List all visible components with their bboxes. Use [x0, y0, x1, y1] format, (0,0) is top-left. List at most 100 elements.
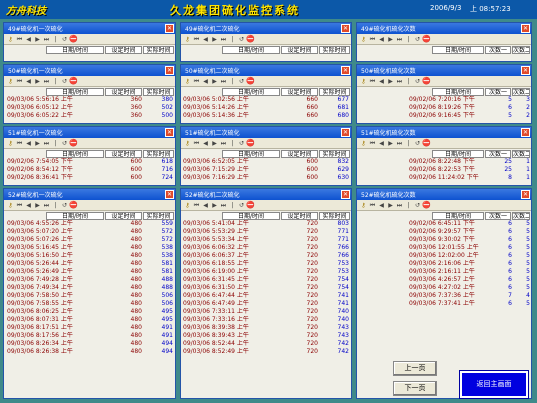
key-icon[interactable]: ⚷ [183, 35, 192, 45]
column-header[interactable]: 日期/时间 [432, 88, 484, 96]
refresh-icon[interactable]: ↺ [413, 77, 422, 87]
play-icon[interactable]: ▶ [210, 35, 219, 45]
next-last-icon[interactable]: ⏭ [42, 35, 51, 45]
prev-first-icon[interactable]: ⏮ [192, 139, 201, 149]
close-icon[interactable]: ✕ [521, 190, 530, 199]
key-icon[interactable]: ⚷ [6, 139, 15, 149]
play-icon[interactable]: ▶ [386, 77, 395, 87]
column-header[interactable]: 设定时间 [281, 150, 318, 158]
table-row[interactable]: 09/03/06 7:49:34 上午 480 488 [4, 284, 175, 292]
table-row[interactable]: 09/02/06 7:20:16 下午 5 3 [357, 96, 531, 104]
table-row[interactable]: 09/03/06 6:52:05 上午 600 832 [181, 158, 351, 166]
prev-first-icon[interactable]: ⏮ [368, 139, 377, 149]
table-row[interactable]: 09/03/06 7:58:55 上午 480 506 [4, 300, 175, 308]
close-icon[interactable]: ✕ [521, 24, 530, 33]
refresh-icon[interactable]: ↺ [60, 35, 69, 45]
play-icon[interactable]: ▶ [210, 201, 219, 211]
close-icon[interactable]: ✕ [341, 24, 350, 33]
close-icon[interactable]: ✕ [521, 66, 530, 75]
table-row[interactable]: 09/03/06 7:37:41 上午 6 5 [357, 300, 531, 308]
table-row[interactable]: 09/03/06 8:39:38 上午 720 743 [181, 324, 351, 332]
return-home-button[interactable]: 返回主画面 [459, 370, 529, 399]
close-icon[interactable]: ✕ [165, 128, 174, 137]
column-header[interactable]: 实际时间 [143, 212, 174, 220]
window-title-bar[interactable]: 52#硫化机二次硫化 ✕ [181, 189, 351, 200]
table-row[interactable]: 09/03/06 9:30:02 下午 6 5 [357, 236, 531, 244]
refresh-icon[interactable]: ↺ [60, 139, 69, 149]
play-icon[interactable]: ▶ [210, 139, 219, 149]
prev-icon[interactable]: ◀ [377, 201, 386, 211]
prev-icon[interactable]: ◀ [24, 201, 33, 211]
prev-icon[interactable]: ◀ [377, 77, 386, 87]
prev-first-icon[interactable]: ⏮ [368, 77, 377, 87]
key-icon[interactable]: ⚷ [6, 77, 15, 87]
table-row[interactable]: 09/03/06 8:52:44 上午 720 742 [181, 340, 351, 348]
play-icon[interactable]: ▶ [33, 201, 42, 211]
column-header[interactable]: 日期/时间 [46, 88, 104, 96]
table-row[interactable]: 09/03/06 7:33:11 上午 720 740 [181, 308, 351, 316]
prev-icon[interactable]: ◀ [24, 35, 33, 45]
prev-icon[interactable]: ◀ [377, 35, 386, 45]
stop-icon[interactable]: ⛔ [246, 138, 255, 148]
refresh-icon[interactable]: ↺ [60, 201, 69, 211]
prev-first-icon[interactable]: ⏮ [192, 77, 201, 87]
window-title-bar[interactable]: 49#硫化机硫化次数 ✕ [357, 23, 531, 34]
prev-icon[interactable]: ◀ [201, 77, 210, 87]
stop-icon[interactable]: ⛔ [69, 76, 78, 86]
column-header[interactable]: 日期/时间 [222, 46, 280, 54]
table-row[interactable]: 09/03/06 5:41:04 上午 720 803 [181, 220, 351, 228]
refresh-icon[interactable]: ↺ [413, 35, 422, 45]
column-header[interactable]: 日期/时间 [46, 46, 104, 54]
window-title-bar[interactable]: 50#硫化机二次硫化 ✕ [181, 65, 351, 76]
next-last-icon[interactable]: ⏭ [395, 201, 404, 211]
close-icon[interactable]: ✕ [341, 66, 350, 75]
column-header[interactable]: 实际时间 [143, 88, 174, 96]
refresh-icon[interactable]: ↺ [413, 201, 422, 211]
table-row[interactable]: 09/03/06 5:07:20 上午 480 572 [4, 228, 175, 236]
table-row[interactable]: 09/02/06 8:36:41 下午 600 724 [4, 174, 175, 182]
table-row[interactable]: 09/03/06 4:26:57 上午 6 5 [357, 276, 531, 284]
prev-first-icon[interactable]: ⏮ [368, 35, 377, 45]
key-icon[interactable]: ⚷ [359, 139, 368, 149]
window-title-bar[interactable]: 51#硫化机硫化次数 ✕ [357, 127, 531, 138]
window-title-bar[interactable]: 50#硫化机一次硫化 ✕ [4, 65, 175, 76]
table-row[interactable]: 09/03/06 2:16:11 上午 6 5 [357, 268, 531, 276]
table-row[interactable]: 09/02/06 8:22:48 下午 25 1 [357, 158, 531, 166]
stop-icon[interactable]: ⛔ [422, 34, 431, 44]
table-row[interactable]: 09/03/06 6:31:50 上午 720 754 [181, 284, 351, 292]
table-row[interactable]: 09/03/06 2:16:06 上午 6 5 [357, 260, 531, 268]
column-header[interactable]: 日期/时间 [432, 212, 484, 220]
table-row[interactable]: 09/03/06 8:52:49 上午 720 742 [181, 348, 351, 356]
table-row[interactable]: 09/03/06 5:14:36 上午 660 680 [181, 112, 351, 120]
window-title-bar[interactable]: 51#硫化机一次硫化 ✕ [4, 127, 175, 138]
table-row[interactable]: 09/02/06 7:54:05 下午 600 618 [4, 158, 175, 166]
next-last-icon[interactable]: ⏭ [395, 139, 404, 149]
column-header[interactable]: 次数一 [485, 212, 511, 220]
stop-icon[interactable]: ⛔ [246, 200, 255, 210]
prev-icon[interactable]: ◀ [201, 35, 210, 45]
key-icon[interactable]: ⚷ [359, 35, 368, 45]
column-header[interactable]: 设定时间 [281, 212, 318, 220]
close-icon[interactable]: ✕ [341, 128, 350, 137]
key-icon[interactable]: ⚷ [183, 77, 192, 87]
window-title-bar[interactable]: 52#硫化机一次硫化 ✕ [4, 189, 175, 200]
next-last-icon[interactable]: ⏭ [42, 139, 51, 149]
stop-icon[interactable]: ⛔ [246, 34, 255, 44]
column-header[interactable]: 实际时间 [143, 150, 174, 158]
next-last-icon[interactable]: ⏭ [219, 139, 228, 149]
table-row[interactable]: 09/03/06 5:26:49 上午 480 581 [4, 268, 175, 276]
next-last-icon[interactable]: ⏭ [42, 201, 51, 211]
table-row[interactable]: 09/02/06 9:16:45 下午 5 2 [357, 112, 531, 120]
stop-icon[interactable]: ⛔ [69, 200, 78, 210]
window-title-bar[interactable]: 50#硫化机硫化次数 ✕ [357, 65, 531, 76]
window-title-bar[interactable]: 49#硫化机一次硫化 ✕ [4, 23, 175, 34]
play-icon[interactable]: ▶ [33, 139, 42, 149]
prev-first-icon[interactable]: ⏮ [15, 77, 24, 87]
prev-first-icon[interactable]: ⏮ [192, 201, 201, 211]
table-row[interactable]: 09/03/06 6:05:22 上午 360 500 [4, 112, 175, 120]
table-row[interactable]: 09/03/06 6:31:45 上午 720 754 [181, 276, 351, 284]
table-row[interactable]: 09/03/06 7:33:16 上午 720 740 [181, 316, 351, 324]
table-row[interactable]: 09/03/06 7:15:29 上午 600 629 [181, 166, 351, 174]
table-row[interactable]: 09/03/06 8:17:51 上午 480 491 [4, 324, 175, 332]
close-icon[interactable]: ✕ [341, 190, 350, 199]
